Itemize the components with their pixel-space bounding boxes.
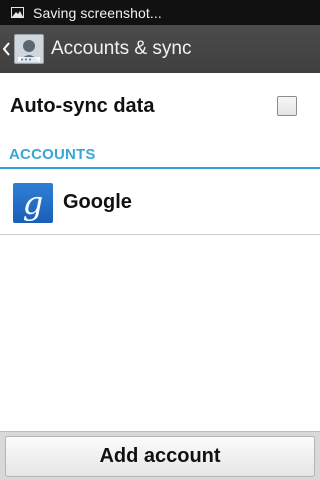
accounts-section-header: ACCOUNTS [0,140,320,169]
page-title: Accounts & sync [51,38,192,59]
status-bar: Saving screenshot... [0,0,320,25]
add-account-button[interactable]: Add account [5,436,315,477]
account-row-google[interactable]: g Google [0,171,320,235]
accounts-header-label: ACCOUNTS [9,146,96,163]
screen: Saving screenshot... Accounts & sync Aut… [0,0,320,480]
auto-sync-label: Auto-sync data [10,94,155,117]
accounts-icon [14,34,44,64]
screenshot-icon [11,7,24,18]
account-name: Google [63,191,132,213]
google-icon: g [13,182,53,223]
auto-sync-checkbox[interactable] [277,96,297,116]
status-text: Saving screenshot... [33,4,162,21]
auto-sync-row[interactable]: Auto-sync data [0,73,320,139]
chevron-left-icon [3,42,10,56]
action-bar: Accounts & sync [0,25,320,73]
bottom-bar: Add account [0,431,320,480]
up-button[interactable] [0,25,48,73]
